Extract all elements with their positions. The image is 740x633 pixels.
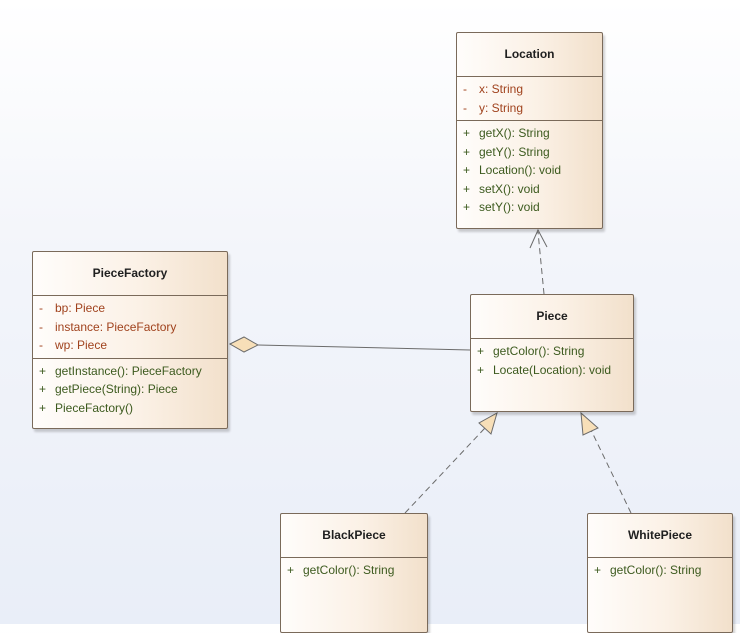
class-blackpiece-operations: + getColor(): String: [281, 558, 427, 583]
class-piece-name: Piece: [471, 295, 633, 339]
operation-text: setX(): void: [479, 181, 540, 196]
attribute-text: x: String: [479, 82, 524, 96]
operation-row[interactable]: + getColor(): String: [281, 561, 427, 580]
operation-row[interactable]: + getPiece(String): Piece: [33, 380, 227, 399]
class-location-attributes: - x: String - y: String: [457, 77, 602, 121]
operation-row[interactable]: + getInstance(): PieceFactory: [33, 362, 227, 381]
dependency-piece-to-location[interactable]: [529, 228, 548, 295]
class-whitepiece[interactable]: WhitePiece + getColor(): String: [587, 513, 733, 633]
realization-whitepiece-piece[interactable]: [580, 411, 632, 514]
visibility-marker: +: [594, 563, 602, 577]
visibility-marker: +: [39, 382, 47, 396]
class-piecefactory-attributes: - bp: Piece - instance: PieceFactory - wp: Pi…: [33, 296, 227, 359]
class-blackpiece-name: BlackPiece: [281, 514, 427, 558]
visibility-marker: +: [463, 181, 471, 196]
operation-row[interactable]: + PieceFactory(): [33, 399, 227, 418]
visibility-marker: -: [39, 338, 43, 352]
class-blackpiece[interactable]: BlackPiece + getColor(): String: [280, 513, 428, 633]
operation-text: getColor(): String: [610, 563, 702, 577]
visibility-marker: +: [463, 144, 471, 159]
class-location[interactable]: Location - x: String - y: String + getX(): S…: [456, 32, 603, 229]
visibility-marker: +: [39, 400, 47, 415]
operation-text: getColor(): String: [303, 563, 395, 577]
visibility-marker: +: [477, 344, 485, 358]
visibility-marker: +: [287, 563, 295, 577]
realization-arrowhead-whitepiece: [580, 411, 599, 436]
attribute-row[interactable]: - x: String: [457, 80, 602, 99]
attribute-text: bp: Piece: [55, 301, 106, 315]
visibility-marker: -: [39, 319, 43, 334]
attribute-row[interactable]: - y: String: [457, 99, 602, 118]
operation-text: getX(): String: [479, 126, 550, 140]
operation-text: PieceFactory(): [55, 400, 134, 415]
class-piece[interactable]: Piece + getColor(): String + Locate(Locatio…: [470, 294, 634, 412]
operation-text: Location(): void: [479, 163, 562, 177]
attribute-row[interactable]: - bp: Piece: [33, 299, 227, 318]
realization-blackpiece-piece[interactable]: [404, 411, 498, 514]
class-piecefactory[interactable]: PieceFactory - bp: Piece - instance: PieceF…: [32, 251, 228, 429]
aggregation-piecefactory-piece[interactable]: [228, 336, 471, 353]
class-whitepiece-name: WhitePiece: [588, 514, 732, 558]
operation-row[interactable]: + getX(): String: [457, 124, 602, 143]
operation-text: setY(): void: [479, 200, 540, 214]
operation-row[interactable]: + getY(): String: [457, 143, 602, 162]
class-piecefactory-name: PieceFactory: [33, 252, 227, 296]
visibility-marker: -: [463, 82, 467, 96]
operation-row[interactable]: + setY(): void: [457, 198, 602, 217]
attribute-text: wp: Piece: [55, 338, 108, 352]
operation-text: getColor(): String: [493, 344, 585, 358]
operation-row[interactable]: + getColor(): String: [588, 561, 732, 580]
operation-row[interactable]: + getColor(): String: [471, 342, 633, 361]
visibility-marker: +: [463, 200, 471, 214]
class-piecefactory-operations: + getInstance(): PieceFactory + getPiece(St…: [33, 359, 227, 421]
diagram-canvas: Location - x: String - y: String + getX(): S…: [0, 0, 740, 633]
operation-row[interactable]: + Location(): void: [457, 161, 602, 180]
operation-text: getPiece(String): Piece: [55, 382, 178, 396]
visibility-marker: +: [39, 363, 47, 378]
operation-row[interactable]: + setX(): void: [457, 180, 602, 199]
attribute-text: instance: PieceFactory: [55, 319, 177, 334]
aggregation-diamond: [228, 336, 260, 353]
operation-text: getInstance(): PieceFactory: [55, 363, 202, 378]
operation-text: getY(): String: [479, 144, 550, 159]
operation-text: Locate(Location): void: [493, 362, 612, 377]
visibility-marker: -: [463, 100, 467, 115]
operation-row[interactable]: + Locate(Location): void: [471, 361, 633, 380]
visibility-marker: +: [477, 362, 485, 377]
visibility-marker: +: [463, 126, 471, 140]
class-location-operations: + getX(): String + getY(): String + Location(…: [457, 121, 602, 220]
attribute-text: y: String: [479, 100, 524, 115]
class-location-name: Location: [457, 33, 602, 77]
attribute-row[interactable]: - instance: PieceFactory: [33, 318, 227, 337]
visibility-marker: +: [463, 163, 471, 177]
class-piece-operations: + getColor(): String + Locate(Location): vo…: [471, 339, 633, 382]
visibility-marker: -: [39, 301, 43, 315]
attribute-row[interactable]: - wp: Piece: [33, 336, 227, 355]
class-whitepiece-operations: + getColor(): String: [588, 558, 732, 583]
